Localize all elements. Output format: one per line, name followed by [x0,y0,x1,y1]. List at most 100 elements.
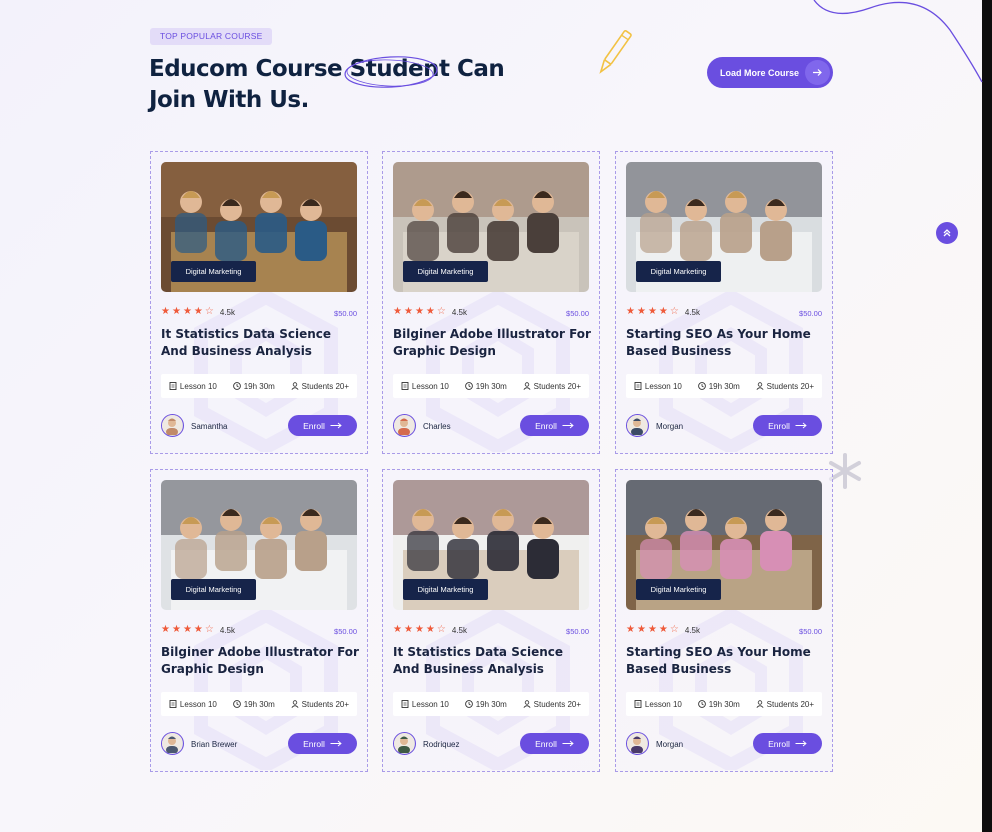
course-title[interactable]: Bilginer Adobe Illustrator For Graphic D… [393,326,593,360]
author-name: Morgan [656,422,684,431]
enroll-button[interactable]: Enroll [288,415,357,436]
star-empty-icon: ☆ [204,306,214,317]
course-meta: Lesson 10 19h 30m Students 20+ [626,692,822,716]
category-tag[interactable]: Digital Marketing [403,579,488,600]
document-icon [634,382,642,390]
course-meta: Lesson 10 19h 30m Students 20+ [393,692,589,716]
students-label: Students 20+ [766,699,815,709]
author-name: Charles [423,422,451,431]
arrow-right-icon [805,60,830,85]
rating-count: 4.5k [451,625,467,635]
duration: 19h 30m [464,382,507,391]
course-title[interactable]: Bilginer Adobe Illustrator For Graphic D… [161,644,361,678]
star-empty-icon: ☆ [436,306,446,317]
load-more-course-button[interactable]: Load More Course [707,57,833,88]
window-edge [982,0,992,832]
enroll-button[interactable]: Enroll [753,733,822,754]
star-filled-icon: ★ [425,624,435,635]
category-tag[interactable]: Digital Marketing [636,579,721,600]
enroll-label: Enroll [303,420,325,431]
avatar [161,414,184,437]
star-filled-icon: ★ [425,306,435,317]
student-count: Students 20+ [523,700,581,709]
star-filled-icon: ★ [626,624,635,635]
enroll-button[interactable]: Enroll [520,415,589,436]
document-icon [169,382,177,390]
avatar [161,732,184,755]
star-filled-icon: ★ [414,624,424,635]
course-meta: Lesson 10 19h 30m Students 20+ [626,374,822,398]
duration-label: 19h 30m [708,381,740,391]
duration-label: 19h 30m [243,699,275,709]
star-empty-icon: ☆ [204,624,214,635]
lesson-count: Lesson 10 [634,382,682,391]
arrow-right-icon [330,740,342,747]
course-price: $50.00 [334,309,357,318]
enroll-label: Enroll [768,420,790,431]
student-count: Students 20+ [291,382,349,391]
star-filled-icon: ★ [393,624,402,635]
course-title[interactable]: Starting SEO As Your Home Based Business [626,644,826,678]
duration: 19h 30m [697,700,740,709]
star-empty-icon: ☆ [436,624,446,635]
enroll-button[interactable]: Enroll [520,733,589,754]
course-title[interactable]: It Statistics Data Science And Business … [161,326,361,360]
author-name: Morgan [656,740,684,749]
lesson-count: Lesson 10 [169,382,217,391]
students-label: Students 20+ [301,381,350,391]
student-count: Students 20+ [756,382,814,391]
star-filled-icon: ★ [171,624,181,635]
scroll-to-top-button[interactable] [936,222,958,244]
star-rating: ★ ★ ★ ★ ☆ 4.5k [393,307,467,317]
course-price: $50.00 [566,627,589,636]
course-card[interactable]: Digital Marketing ★ ★ ★ ★ ☆ 4.5k $50.00 It St… [150,151,368,454]
arrow-right-icon [795,740,807,747]
star-filled-icon: ★ [182,306,192,317]
star-filled-icon: ★ [403,306,413,317]
course-card[interactable]: Digital Marketing ★ ★ ★ ★ ☆ 4.5k $50.00 Bilgi… [382,151,600,454]
course-card[interactable]: Digital Marketing ★ ★ ★ ★ ☆ 4.5k $50.00 Bilgi… [150,469,368,772]
lesson-label: Lesson 10 [179,381,217,391]
star-filled-icon: ★ [182,624,192,635]
document-icon [401,700,409,708]
duration: 19h 30m [232,382,275,391]
star-filled-icon: ★ [161,306,170,317]
course-price: $50.00 [799,309,822,318]
enroll-label: Enroll [303,738,325,749]
user-icon [523,700,531,708]
lesson-label: Lesson 10 [411,381,449,391]
category-tag[interactable]: Digital Marketing [171,579,256,600]
clock-icon [697,382,706,390]
duration: 19h 30m [697,381,740,391]
category-tag[interactable]: Digital Marketing [403,261,488,282]
course-price: $50.00 [334,627,357,636]
enroll-button[interactable]: Enroll [288,733,357,754]
avatar [393,732,416,755]
rating-count: 4.5k [684,307,700,317]
star-filled-icon: ★ [647,624,657,635]
course-price: $50.00 [566,309,589,318]
course-card[interactable]: Digital Marketing ★ ★ ★ ★ ☆ 4.5k $50.00 Start… [615,151,833,454]
clock-icon [232,700,241,708]
user-icon [756,382,764,390]
rating-count: 4.5k [219,307,235,317]
star-rating: ★ ★ ★ ★ ☆ 4.5k [161,625,235,635]
student-count: Students 20+ [756,700,814,709]
clock-icon [232,382,241,390]
lesson-count: Lesson 10 [401,382,449,391]
course-card[interactable]: Digital Marketing ★ ★ ★ ★ ☆ 4.5k $50.00 It St… [382,469,600,772]
course-card[interactable]: Digital Marketing ★ ★ ★ ★ ☆ 4.5k $50.00 Start… [615,469,833,772]
arrow-right-icon [330,422,342,429]
course-title[interactable]: It Statistics Data Science And Business … [393,644,593,678]
clock-icon [464,382,473,390]
enroll-button[interactable]: Enroll [753,415,822,436]
author-name: Samantha [191,422,228,431]
decorative-curve [813,0,983,83]
category-tag[interactable]: Digital Marketing [636,261,721,282]
double-chevron-up-icon [943,229,951,237]
category-tag[interactable]: Digital Marketing [171,261,256,282]
course-title[interactable]: Starting SEO As Your Home Based Business [626,326,826,360]
enroll-label: Enroll [535,420,557,431]
students-label: Students 20+ [766,381,815,391]
author-name: Rodriquez [423,740,460,749]
